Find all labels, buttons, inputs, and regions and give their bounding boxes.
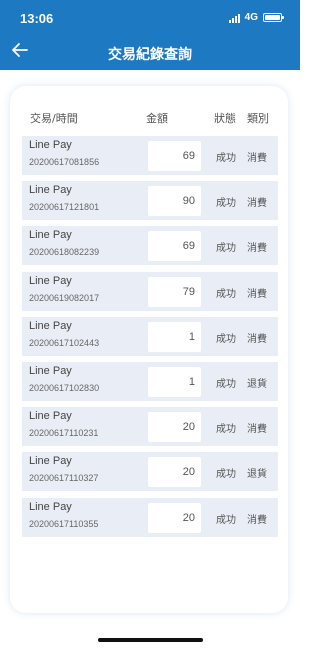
status-label: 成功: [216, 289, 236, 300]
table-row[interactable]: Line Pay 20200617110355 20 成功 消費: [22, 498, 278, 537]
page-title: 交易紀錄查詢: [108, 47, 192, 63]
table-row[interactable]: Line Pay 20200617102443 1 成功 消費: [22, 317, 278, 356]
table-row[interactable]: Line Pay 20200617110327 20 成功 退貨: [22, 452, 278, 491]
type-label: 消費: [247, 334, 267, 345]
merchant-name: Line Pay: [29, 410, 72, 422]
amount-value: 79: [148, 277, 201, 307]
type-label: 消費: [247, 198, 267, 209]
amount-value: 20: [148, 412, 201, 442]
status-label: 成功: [216, 198, 236, 209]
transaction-id: 20200617121801: [29, 202, 100, 212]
table-row[interactable]: Line Pay 20200618082239 69 成功 消費: [22, 226, 278, 265]
type-label: 消費: [247, 424, 267, 435]
transaction-id: 20200617102443: [29, 338, 100, 348]
merchant-name: Line Pay: [29, 275, 72, 287]
table-row[interactable]: Line Pay 20200617102830 1 成功 退貨: [22, 362, 278, 401]
type-label: 退貨: [247, 469, 267, 480]
type-label: 退貨: [247, 379, 267, 390]
battery-icon: [263, 13, 284, 22]
type-label: 消費: [247, 153, 267, 164]
transaction-id: 20200617110327: [29, 473, 99, 483]
merchant-name: Line Pay: [29, 455, 72, 467]
column-header-transaction: 交易/時間: [30, 112, 78, 125]
merchant-name: Line Pay: [29, 365, 72, 377]
transaction-id: 20200617110231: [29, 428, 99, 438]
status-label: 成功: [216, 424, 236, 435]
status-label: 成功: [216, 379, 236, 390]
amount-value: 20: [148, 457, 201, 487]
transaction-id: 20200617081856: [29, 157, 100, 167]
network-type: 4G: [244, 12, 258, 23]
nav-bar: 交易紀錄查詢: [0, 34, 300, 70]
status-bar: 13:06 4G: [0, 0, 300, 34]
column-header-status: 狀態: [214, 112, 236, 125]
column-header-type: 類別: [247, 112, 269, 125]
transaction-id: 20200619082017: [29, 293, 100, 303]
amount-value: 90: [148, 186, 201, 216]
table-row[interactable]: Line Pay 20200617110231 20 成功 消費: [22, 407, 278, 446]
merchant-name: Line Pay: [29, 229, 72, 241]
merchant-name: Line Pay: [29, 139, 72, 151]
type-label: 消費: [247, 289, 267, 300]
status-time: 13:06: [20, 11, 54, 26]
status-label: 成功: [216, 515, 236, 526]
transaction-id: 20200617102830: [29, 383, 100, 393]
status-label: 成功: [216, 334, 236, 345]
amount-value: 1: [148, 367, 201, 397]
home-indicator: [98, 638, 203, 642]
amount-value: 20: [148, 503, 201, 533]
table-row[interactable]: Line Pay 20200619082017 79 成功 消費: [22, 272, 278, 311]
status-label: 成功: [216, 469, 236, 480]
transaction-id: 20200617110355: [29, 519, 99, 529]
merchant-name: Line Pay: [29, 320, 72, 332]
merchant-name: Line Pay: [29, 501, 72, 513]
status-label: 成功: [216, 243, 236, 254]
merchant-name: Line Pay: [29, 184, 72, 196]
table-row[interactable]: Line Pay 20200617121801 90 成功 消費: [22, 181, 278, 220]
amount-value: 1: [148, 322, 201, 352]
transaction-id: 20200618082239: [29, 247, 100, 257]
table-row[interactable]: Line Pay 20200617081856 69 成功 消費: [22, 136, 278, 175]
type-label: 消費: [247, 515, 267, 526]
amount-value: 69: [148, 141, 201, 171]
status-label: 成功: [216, 153, 236, 164]
signal-icon: [228, 13, 240, 23]
type-label: 消費: [247, 243, 267, 254]
system-icons: 4G: [228, 12, 284, 23]
amount-value: 69: [148, 231, 201, 261]
column-header-amount: 金額: [146, 112, 168, 125]
